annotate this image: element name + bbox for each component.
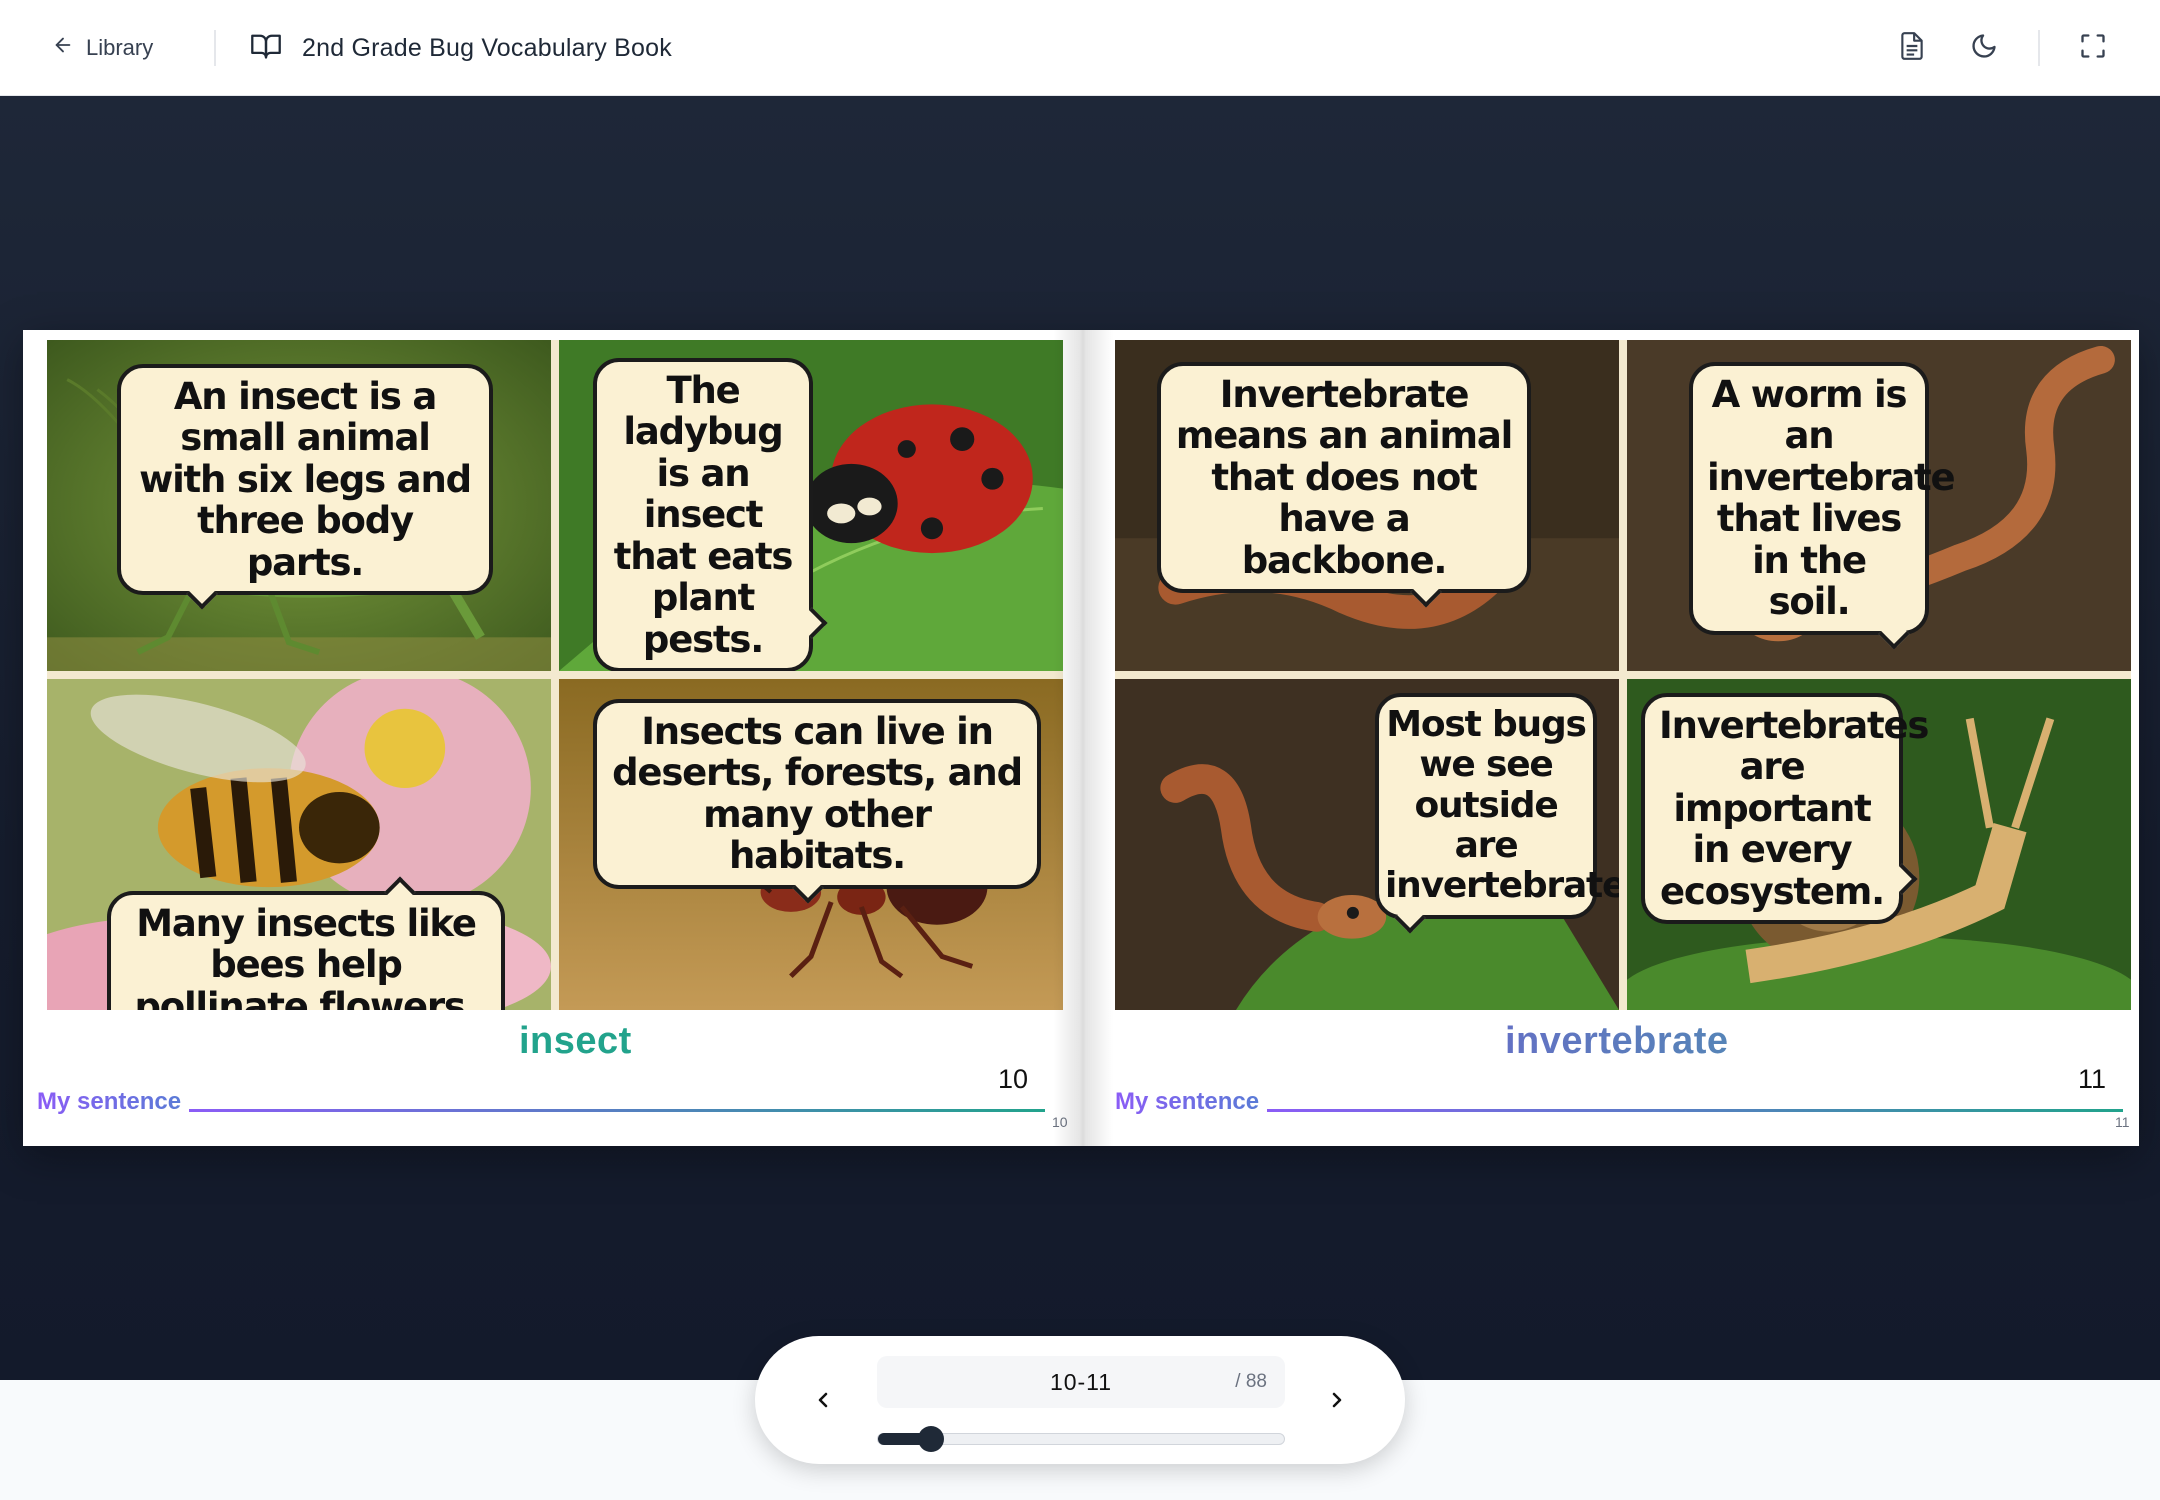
next-page-button[interactable] [1317, 1382, 1357, 1422]
speech-bubble: Most bugs we see outside are invertebrat… [1375, 693, 1619, 934]
document-title-group: 2nd Grade Bug Vocabulary Book [250, 28, 672, 68]
comic-grid-right: Invertebrate means an animal that does n… [1115, 340, 2131, 1010]
bubble-text: An insect is a small animal with six leg… [139, 375, 472, 584]
back-label: Library [86, 35, 154, 60]
page-left: An insect is a small animal with six leg… [23, 330, 1081, 1146]
arrow-left-icon [52, 34, 74, 62]
corner-page-number: 11 [2115, 1114, 2130, 1130]
bubble-text: A worm is an invertebrate that lives in … [1707, 373, 1956, 624]
book-gutter [1053, 330, 1113, 1146]
header-divider-right [2038, 30, 2040, 66]
document-title: 2nd Grade Bug Vocabulary Book [302, 33, 672, 62]
panel-ladybug: The ladybug is an insect that eats plant… [559, 340, 1063, 671]
header-divider [214, 30, 216, 66]
my-sentence-label: My sentence [37, 1088, 182, 1115]
panel-snail: Invertebrates are important in every eco… [1627, 679, 2131, 1010]
my-sentence-row: My sentence [37, 1082, 1046, 1116]
speech-bubble: Many insects like bees help pollinate fl… [107, 876, 505, 1010]
speech-bubble: An insect is a small animal with six leg… [117, 364, 493, 610]
bubble-text: Many insects like bees help pollinate fl… [134, 902, 478, 1010]
vocab-word-invertebrate: invertebrate [1081, 1020, 2139, 1063]
document-view-button[interactable] [1892, 28, 1932, 68]
panel-worm-soil: A worm is an invertebrate that lives in … [1627, 340, 2131, 671]
sentence-writing-line[interactable] [1267, 1109, 2124, 1112]
page-navigation: 10-11 / 88 [755, 1336, 1405, 1464]
my-sentence-label: My sentence [1115, 1088, 1260, 1115]
back-to-library-button[interactable]: Library [52, 30, 153, 66]
moon-icon [1970, 32, 1998, 65]
page-slider[interactable] [877, 1426, 1285, 1452]
previous-page-button[interactable] [803, 1382, 843, 1422]
comic-grid-left: An insect is a small animal with six leg… [47, 340, 1063, 1010]
page-number: 10 [998, 1064, 1029, 1094]
top-bar: Library 2nd Grade Bug Vocabulary Book [0, 0, 2160, 96]
bubble-text: Invertebrates are important in every eco… [1659, 704, 1929, 913]
bubble-text: Invertebrate means an animal that does n… [1175, 373, 1513, 582]
page-input-box: 10-11 / 88 [877, 1356, 1285, 1408]
sentence-writing-line[interactable] [189, 1109, 1046, 1112]
speech-bubble: The ladybug is an insect that eats plant… [593, 358, 828, 671]
book-spread: An insect is a small animal with six leg… [23, 330, 2139, 1146]
panel-grasshopper: An insect is a small animal with six leg… [47, 340, 551, 671]
page-number: 11 [2078, 1064, 2107, 1094]
fullscreen-button[interactable] [2073, 28, 2113, 68]
panel-ant: Insects can live in deserts, forests, an… [559, 679, 1063, 1010]
book-open-icon [250, 32, 282, 65]
bubble-text: Most bugs we see outside are invertebrat… [1385, 704, 1619, 907]
my-sentence-row: My sentence [1115, 1082, 2124, 1116]
panel-worm-leaf: Most bugs we see outside are invertebrat… [1115, 679, 1619, 1010]
speech-bubble: Invertebrates are important in every eco… [1641, 693, 1929, 925]
page-number-input[interactable]: 10-11 [877, 1356, 1285, 1408]
speech-bubble: Insects can live in deserts, forests, an… [593, 699, 1041, 904]
bubble-text: The ladybug is an insect that eats plant… [613, 369, 794, 661]
bubble-text: Insects can live in deserts, forests, an… [612, 710, 1023, 878]
panel-bee: Many insects like bees help pollinate fl… [47, 679, 551, 1010]
chevron-left-icon [811, 1388, 835, 1417]
speech-bubble: A worm is an invertebrate that lives in … [1689, 362, 1956, 650]
slider-thumb[interactable] [917, 1426, 944, 1452]
document-icon [1899, 31, 1925, 66]
total-pages: / 88 [1235, 1371, 1267, 1392]
dark-mode-toggle[interactable] [1964, 28, 2004, 68]
vocab-word-insect: insect [519, 1020, 632, 1062]
panel-worm-backbone: Invertebrate means an animal that does n… [1115, 340, 1619, 671]
fullscreen-icon [2079, 32, 2107, 65]
chevron-right-icon [1325, 1388, 1349, 1417]
speech-bubble: Invertebrate means an animal that does n… [1157, 362, 1531, 608]
page-right: Invertebrate means an animal that does n… [1081, 330, 2139, 1146]
